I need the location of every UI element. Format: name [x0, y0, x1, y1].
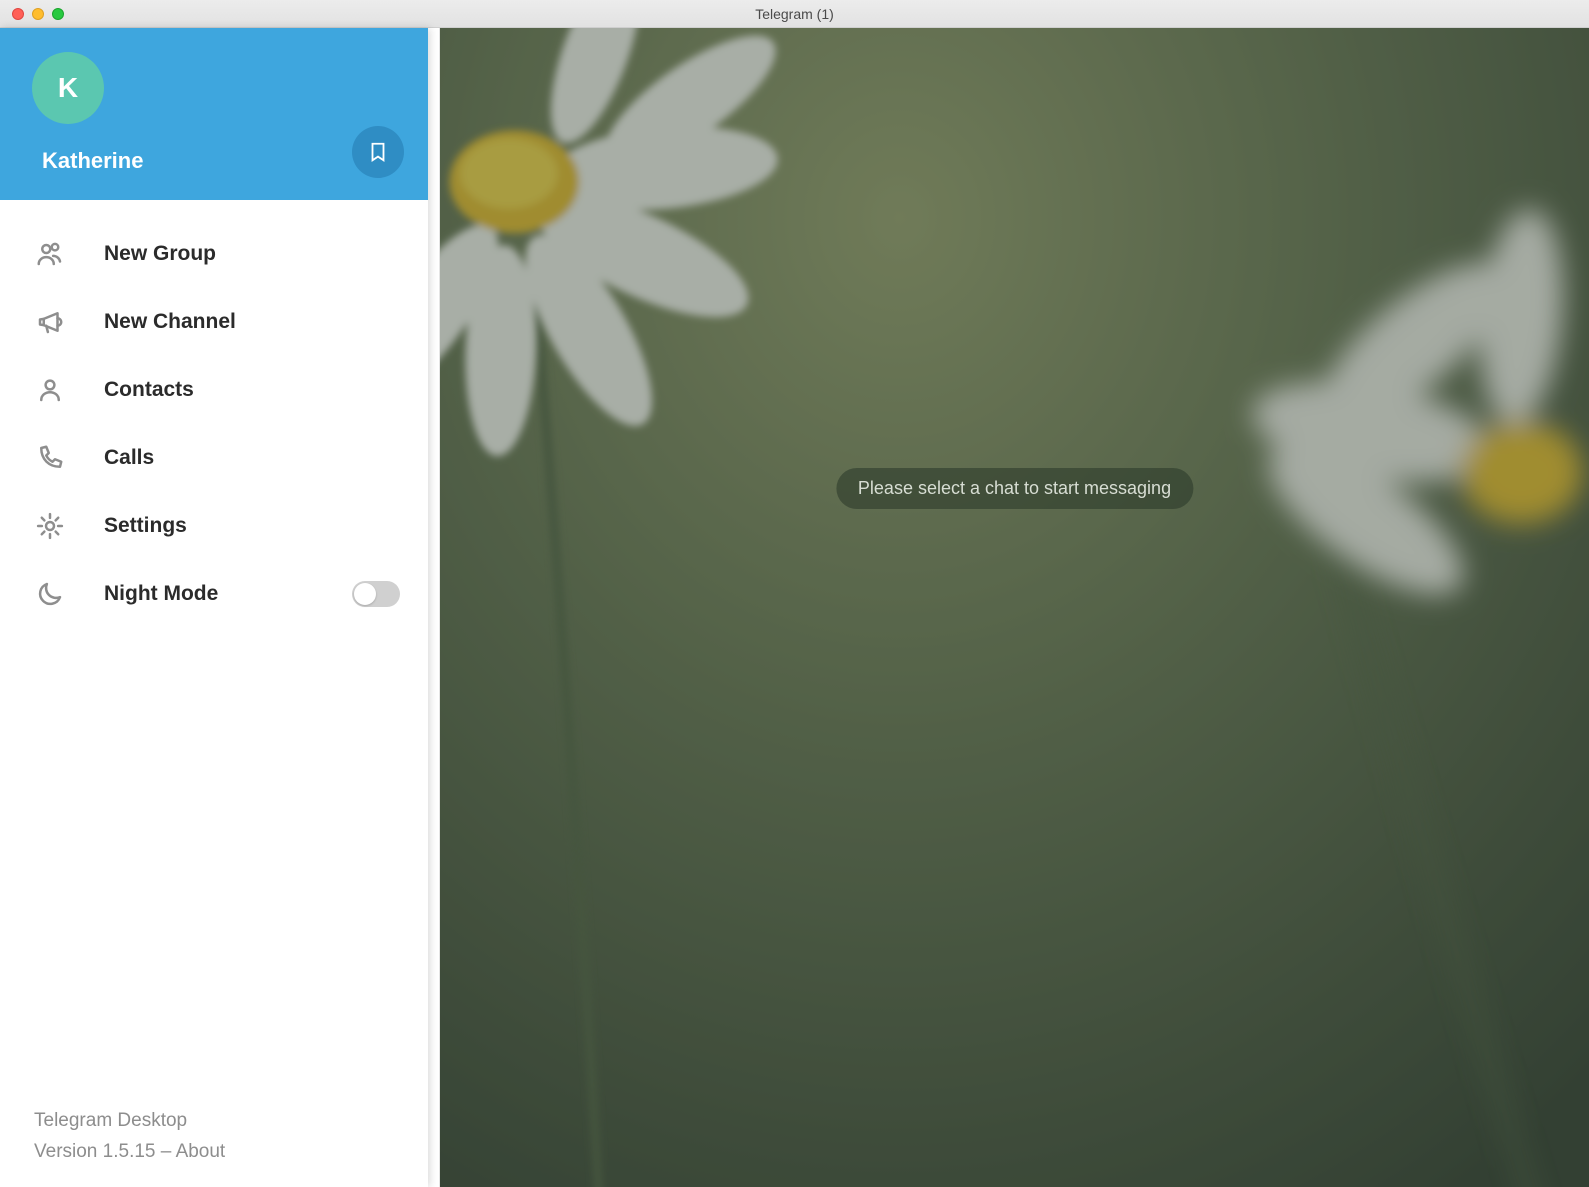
bookmark-icon [367, 141, 389, 163]
panel-header: K Katherine [0, 28, 428, 200]
username-label[interactable]: Katherine [42, 148, 400, 174]
menu-item-label: Settings [104, 514, 400, 538]
toggle-knob [354, 583, 376, 605]
avatar-initial: K [58, 72, 78, 104]
chat-background: Please select a chat to start messaging [440, 28, 1589, 1187]
menu-item-contacts[interactable]: Contacts [0, 356, 428, 424]
megaphone-icon [34, 306, 66, 338]
app-name-label: Telegram Desktop [34, 1106, 394, 1136]
main-menu-panel: K Katherine New Group New Channel [0, 28, 428, 1187]
window-minimize-button[interactable] [32, 8, 44, 20]
version-label: Version 1.5.15 – [34, 1141, 176, 1162]
night-mode-toggle[interactable] [352, 581, 400, 607]
group-icon [34, 238, 66, 270]
menu-item-calls[interactable]: Calls [0, 424, 428, 492]
avatar[interactable]: K [32, 52, 104, 124]
window-close-button[interactable] [12, 8, 24, 20]
contact-icon [34, 374, 66, 406]
gear-icon [34, 510, 66, 542]
saved-messages-button[interactable] [352, 126, 404, 178]
window-controls [0, 8, 64, 20]
panel-footer: Telegram Desktop Version 1.5.15 – About [0, 1106, 428, 1187]
menu-item-label: Night Mode [104, 582, 314, 606]
phone-icon [34, 442, 66, 474]
window-title: Telegram (1) [0, 6, 1589, 22]
menu-item-label: Calls [104, 446, 400, 470]
menu-item-night-mode[interactable]: Night Mode [0, 560, 428, 628]
menu-item-label: Contacts [104, 378, 400, 402]
moon-icon [34, 578, 66, 610]
menu-item-label: New Group [104, 242, 400, 266]
menu-list: New Group New Channel Contacts Calls [0, 200, 428, 1106]
menu-item-label: New Channel [104, 310, 400, 334]
window-titlebar: Telegram (1) [0, 0, 1589, 28]
version-line: Version 1.5.15 – About [34, 1137, 394, 1167]
window-zoom-button[interactable] [52, 8, 64, 20]
menu-item-new-channel[interactable]: New Channel [0, 288, 428, 356]
menu-item-settings[interactable]: Settings [0, 492, 428, 560]
empty-chat-hint: Please select a chat to start messaging [836, 468, 1193, 509]
about-link[interactable]: About [176, 1141, 226, 1162]
menu-item-new-group[interactable]: New Group [0, 220, 428, 288]
